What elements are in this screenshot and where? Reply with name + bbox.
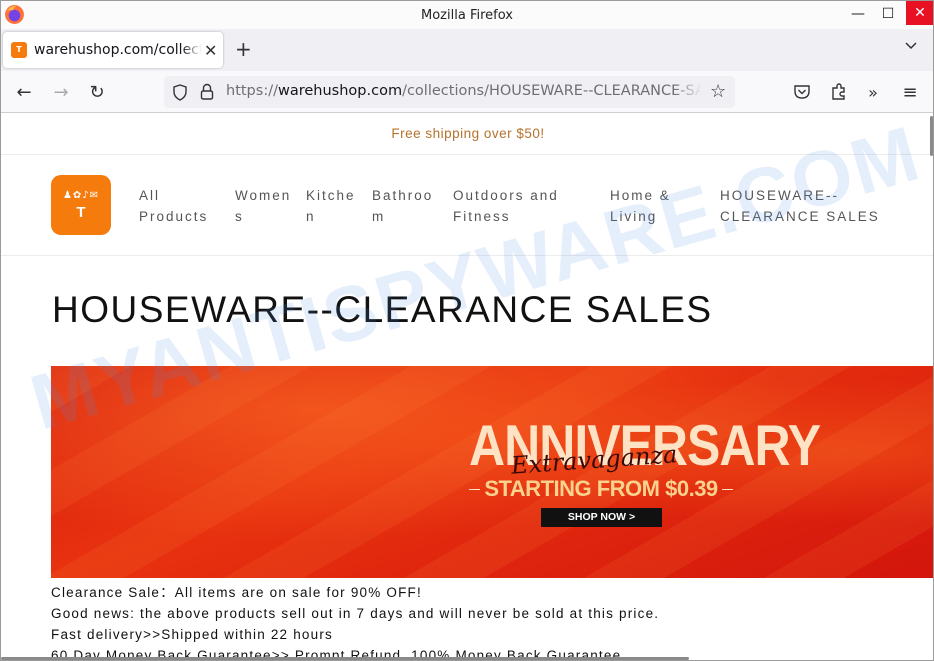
list-all-tabs-button[interactable]	[904, 39, 918, 53]
vertical-scrollbar[interactable]	[930, 116, 933, 156]
tab-warehushop[interactable]: warehushop.com/collections/HOUSEWARE--CL…	[3, 32, 223, 68]
nav-kitchen[interactable]: Kitchen	[306, 185, 358, 227]
site-logo[interactable]: ♟✿♪✉ T	[51, 175, 111, 235]
divider	[721, 488, 733, 490]
page-title: HOUSEWARE--CLEARANCE SALES	[52, 289, 713, 330]
app-menu-button[interactable]: ≡	[900, 82, 920, 103]
banner-price-text: STARTING FROM $0.39	[484, 476, 718, 501]
url-scheme: https://	[226, 83, 278, 99]
nav-houseware-clearance[interactable]: HOUSEWARE--CLEARANCE SALES	[720, 185, 920, 227]
overflow-menu-button[interactable]: »	[863, 82, 883, 102]
address-bar[interactable]: https://warehushop.com/collections/HOUSE…	[164, 76, 735, 108]
shop-now-button[interactable]: SHOP NOW >	[541, 508, 662, 527]
site-favicon-icon	[11, 42, 27, 58]
bookmark-star-icon[interactable]: ☆	[710, 81, 726, 102]
collection-description: Clearance Sale：All items are on sale for…	[51, 582, 660, 660]
nav-womens[interactable]: Womens	[235, 185, 297, 227]
tab-title: warehushop.com/collections/HOUSEWARE--CL…	[34, 42, 202, 58]
tab-strip: warehushop.com/collections/HOUSEWARE--CL…	[1, 29, 933, 71]
url-text[interactable]: https://warehushop.com/collections/HOUSE…	[226, 83, 702, 99]
divider	[469, 488, 481, 490]
description-line: Fast delivery>>Shipped within 22 hours	[51, 627, 333, 642]
description-line: Clearance Sale：All items are on sale for…	[51, 585, 422, 600]
nav-outdoors-fitness[interactable]: Outdoors and Fitness	[453, 185, 563, 227]
banner-subline: STARTING FROM $0.39	[469, 476, 733, 502]
web-page: Free shipping over $50! ♟✿♪✉ T All Produ…	[1, 113, 933, 660]
minimize-button[interactable]: —	[844, 1, 872, 27]
tracking-protection-shield-icon[interactable]	[172, 84, 188, 101]
browser-window: Mozilla Firefox — ☐ ✕ warehushop.com/col…	[0, 0, 934, 661]
window-title: Mozilla Firefox	[421, 7, 513, 23]
nav-all-products[interactable]: All Products	[139, 185, 211, 227]
back-button[interactable]: ←	[11, 79, 37, 105]
new-tab-button[interactable]: +	[235, 37, 252, 61]
close-tab-button[interactable]: ✕	[204, 41, 217, 60]
nav-bathroom[interactable]: Bathroom	[372, 185, 435, 227]
url-path: /collections/HOUSEWARE--CLEARANCE-SALES	[402, 83, 702, 99]
horizontal-scrollbar[interactable]	[1, 657, 689, 660]
pocket-icon[interactable]	[792, 82, 812, 102]
logo-letter: T	[76, 204, 86, 221]
maximize-button[interactable]: ☐	[874, 1, 902, 27]
promo-banner[interactable]: ANNIVERSARY Extravaganza STARTING FROM $…	[51, 366, 933, 578]
forward-button[interactable]: →	[48, 79, 74, 105]
close-window-button[interactable]: ✕	[906, 1, 933, 25]
url-domain: warehushop.com	[277, 83, 403, 99]
announcement-bar: Free shipping over $50!	[1, 113, 933, 155]
title-bar: Mozilla Firefox — ☐ ✕	[1, 1, 933, 29]
logo-glyphs: ♟✿♪✉	[62, 190, 100, 201]
site-header: ♟✿♪✉ T All Products Womens Kitchen Bathr…	[1, 155, 933, 256]
nav-home-living[interactable]: Home & Living	[610, 185, 680, 227]
description-line: Good news: the above products sell out i…	[51, 606, 660, 621]
reload-button[interactable]: ↻	[84, 79, 110, 105]
extensions-puzzle-icon[interactable]	[829, 82, 849, 102]
navigation-toolbar: ← → ↻ https://warehushop.com/collections…	[1, 71, 933, 113]
lock-icon[interactable]	[200, 83, 214, 101]
firefox-logo-icon	[5, 5, 24, 24]
